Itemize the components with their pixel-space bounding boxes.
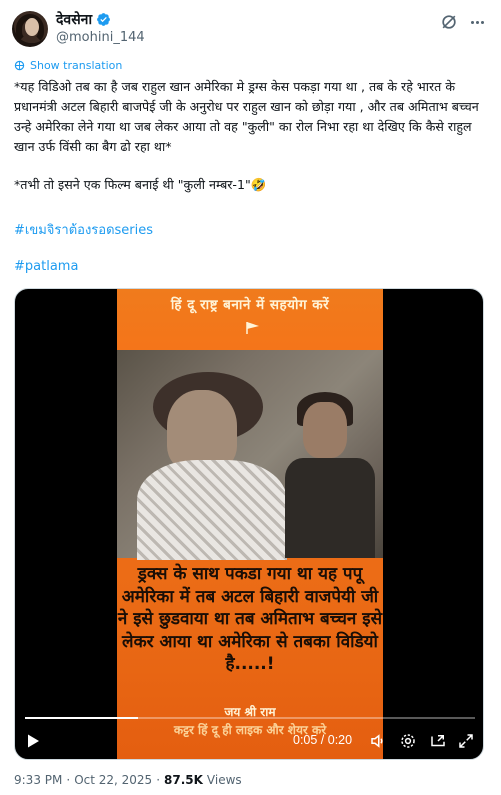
tweet-paragraph-1: *यह विडिओ तब का है जब राहुल खान अमेरिका … (14, 79, 483, 154)
translate-icon (14, 60, 25, 71)
meta-separator-2: · (156, 773, 161, 787)
video-progress-fill (25, 717, 138, 719)
hashtag-link-1[interactable]: #เขมจิราต้องรอดseries (14, 219, 153, 240)
more-options-icon[interactable] (467, 12, 487, 32)
video-photo (117, 350, 383, 560)
meta-separator-1: · (66, 773, 71, 787)
show-translation-label: Show translation (30, 59, 123, 72)
hashtag-link-2[interactable]: #patlama (14, 259, 78, 274)
video-time: 0:05 / 0:20 (293, 733, 353, 747)
video-player[interactable]: हिं दू राष्ट्र बनाने में सहयोग करें ड्रक… (14, 288, 484, 760)
author-display-name[interactable]: देवसेना (56, 10, 92, 29)
tweet-meta: 9:33 PM · Oct 22, 2025 · 87.5K Views (14, 773, 242, 787)
volume-icon[interactable] (369, 732, 387, 750)
grok-icon[interactable] (439, 12, 459, 32)
settings-gear-icon[interactable] (399, 732, 417, 750)
pip-icon[interactable] (429, 732, 447, 750)
tweet-text: *यह विडिओ तब का है जब राहुल खान अमेरिका … (14, 77, 490, 195)
author-name-row: देवसेना (56, 10, 111, 29)
show-translation-link[interactable]: Show translation (14, 59, 122, 72)
video-progress-bar[interactable] (25, 717, 475, 719)
video-controls: 0:05 / 0:20 (15, 725, 483, 759)
views-label: Views (206, 773, 242, 787)
tweet-header: देवसेना @mohini_144 (12, 8, 489, 50)
tweet-date[interactable]: Oct 22, 2025 (74, 773, 152, 787)
video-caption: ड्रक्स के साथ पकडा गया था यह पपू अमेरिका… (117, 564, 383, 674)
verified-badge-icon (97, 13, 110, 26)
views-count: 87.5K (164, 773, 203, 787)
avatar[interactable] (12, 11, 48, 47)
play-icon[interactable] (25, 733, 41, 749)
tweet-paragraph-2: *तभी तो इसने एक फिल्म बनाई थी "कुली नम्ब… (14, 177, 267, 192)
video-frame[interactable]: हिं दू राष्ट्र बनाने में सहयोग करें ड्रक… (117, 289, 383, 759)
author-handle[interactable]: @mohini_144 (56, 30, 145, 45)
fullscreen-icon[interactable] (457, 732, 475, 750)
tweet-time[interactable]: 9:33 PM (14, 773, 62, 787)
video-banner-top: हिं दू राष्ट्र बनाने में सहयोग करें (170, 297, 330, 313)
saffron-flag-icon (246, 322, 259, 334)
